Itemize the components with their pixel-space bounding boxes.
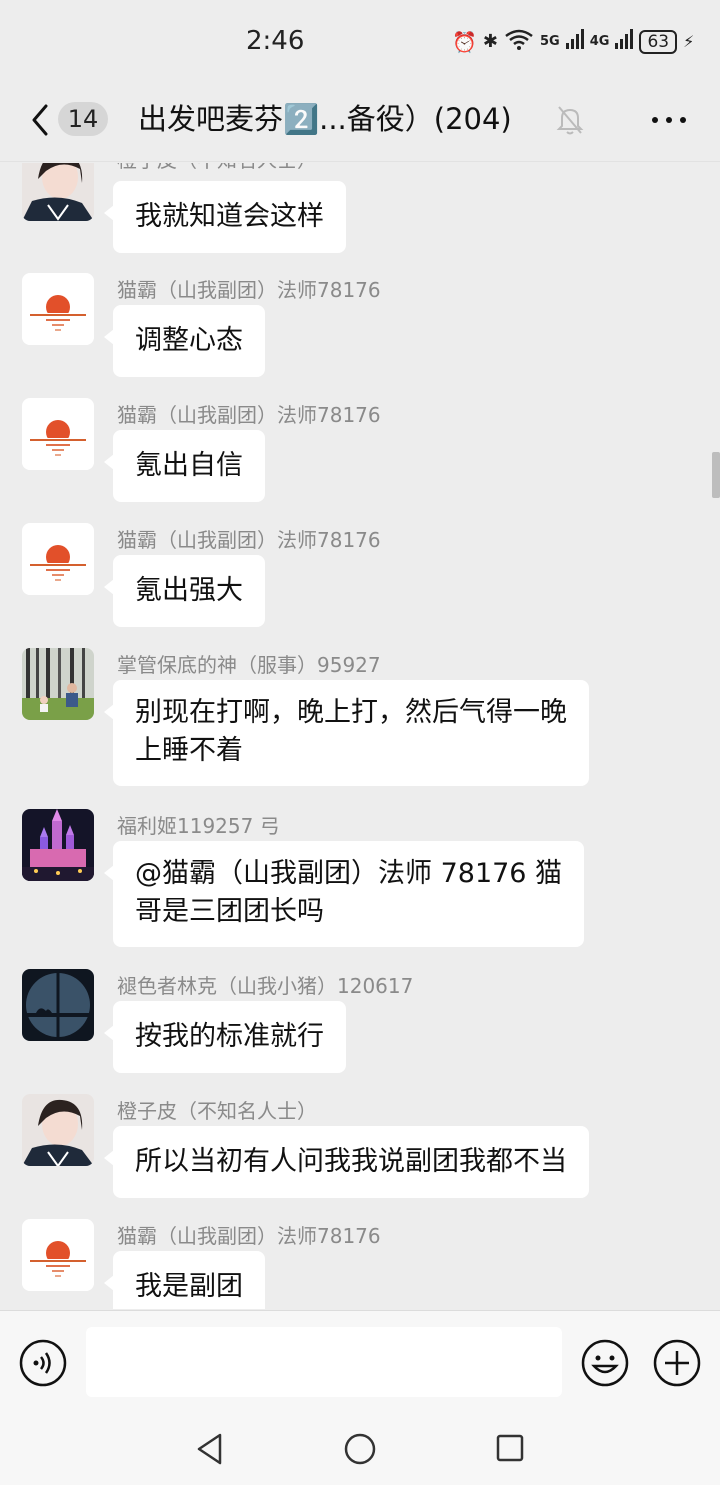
avatar[interactable]	[22, 1219, 94, 1291]
avatar[interactable]	[22, 969, 94, 1041]
message-bubble[interactable]: 所以当初有人问我我说副团我都不当	[104, 1126, 589, 1198]
plus-icon[interactable]	[652, 1338, 702, 1388]
avatar[interactable]	[22, 273, 94, 345]
avatar[interactable]	[22, 523, 94, 595]
message-text-line: 别现在打啊，晚上打，然后气得一晚	[135, 697, 567, 728]
message-text-line: 上睡不着	[135, 735, 243, 766]
message-list[interactable]: 橙子皮（不知名人士） 我就知道会这样 猫霸（山我副团）法师78176 调整心态 …	[0, 163, 720, 1309]
input-bar	[0, 1310, 720, 1410]
voice-icon[interactable]	[18, 1338, 68, 1388]
avatar[interactable]	[22, 398, 94, 470]
more-dots-icon[interactable]	[650, 106, 688, 134]
avatar[interactable]	[22, 163, 94, 221]
charging-icon: ⚡	[683, 31, 695, 51]
message-bubble[interactable]: 氪出强大	[104, 555, 265, 627]
sender-name: 掌管保底的神（服事）95927	[117, 653, 381, 677]
bell-off-icon	[556, 106, 584, 135]
message-bubble[interactable]: 别现在打啊，晚上打，然后气得一晚 上睡不着	[104, 680, 589, 786]
sender-name: 福利姬119257 弓	[117, 814, 280, 838]
message-bubble[interactable]: 调整心态	[104, 305, 265, 377]
signal-4g-label: 4G	[589, 34, 610, 49]
nav-back-icon[interactable]	[194, 1432, 226, 1466]
system-nav-bar	[0, 1410, 720, 1485]
battery-indicator: 63	[639, 29, 678, 54]
sender-name: 橙子皮（不知名人士）	[117, 1099, 317, 1123]
emoji-icon[interactable]	[580, 1338, 630, 1388]
sender-name: 橙子皮（不知名人士）	[117, 163, 317, 173]
message-bubble[interactable]: 氪出自信	[104, 430, 265, 502]
unread-badge[interactable]: 14	[58, 102, 108, 136]
nav-recent-apps-icon[interactable]	[495, 1433, 525, 1463]
signal-bars-icon	[615, 29, 634, 54]
message-bubble[interactable]: 我是副团	[104, 1251, 265, 1309]
bluetooth-icon: ✱	[482, 30, 498, 52]
chat-header: 14 出发吧麦芬2️⃣...备役）(204)	[0, 84, 720, 162]
status-time: 2:46	[246, 26, 305, 56]
avatar[interactable]	[22, 809, 94, 881]
message-text-line: @猫霸（山我副团）法师 78176 猫	[135, 858, 563, 889]
chevron-left-icon[interactable]	[26, 100, 56, 140]
avatar[interactable]	[22, 648, 94, 720]
message-bubble[interactable]: @猫霸（山我副团）法师 78176 猫 哥是三团团长吗	[103, 841, 585, 947]
alarm-icon: ⏰	[452, 29, 477, 54]
message-text-line: 哥是三团团长吗	[135, 896, 324, 927]
nav-home-icon[interactable]	[343, 1432, 377, 1466]
sender-name: 猫霸（山我副团）法师78176	[117, 528, 381, 552]
sender-name: 褪色者林克（山我小猪）120617	[117, 974, 414, 998]
wifi-icon	[504, 28, 534, 55]
avatar[interactable]	[22, 1094, 94, 1166]
sender-name: 猫霸（山我副团）法师78176	[117, 278, 381, 302]
chat-title[interactable]: 出发吧麦芬2️⃣...备役）(204)	[138, 98, 512, 140]
status-bar: 2:46 ⏰ ✱ 5G 4G 63 ⚡	[0, 0, 720, 84]
message-bubble[interactable]: 我就知道会这样	[104, 181, 346, 253]
sender-name: 猫霸（山我副团）法师78176	[117, 403, 381, 427]
status-icons: ⏰ ✱ 5G 4G 63 ⚡	[452, 28, 694, 55]
signal-5g-label: 5G	[540, 34, 560, 49]
signal-bars-icon	[565, 29, 584, 54]
message-input[interactable]	[86, 1327, 562, 1397]
scrollbar-thumb[interactable]	[712, 452, 720, 498]
message-bubble[interactable]: 按我的标准就行	[104, 1001, 346, 1073]
sender-name: 猫霸（山我副团）法师78176	[117, 1224, 381, 1248]
